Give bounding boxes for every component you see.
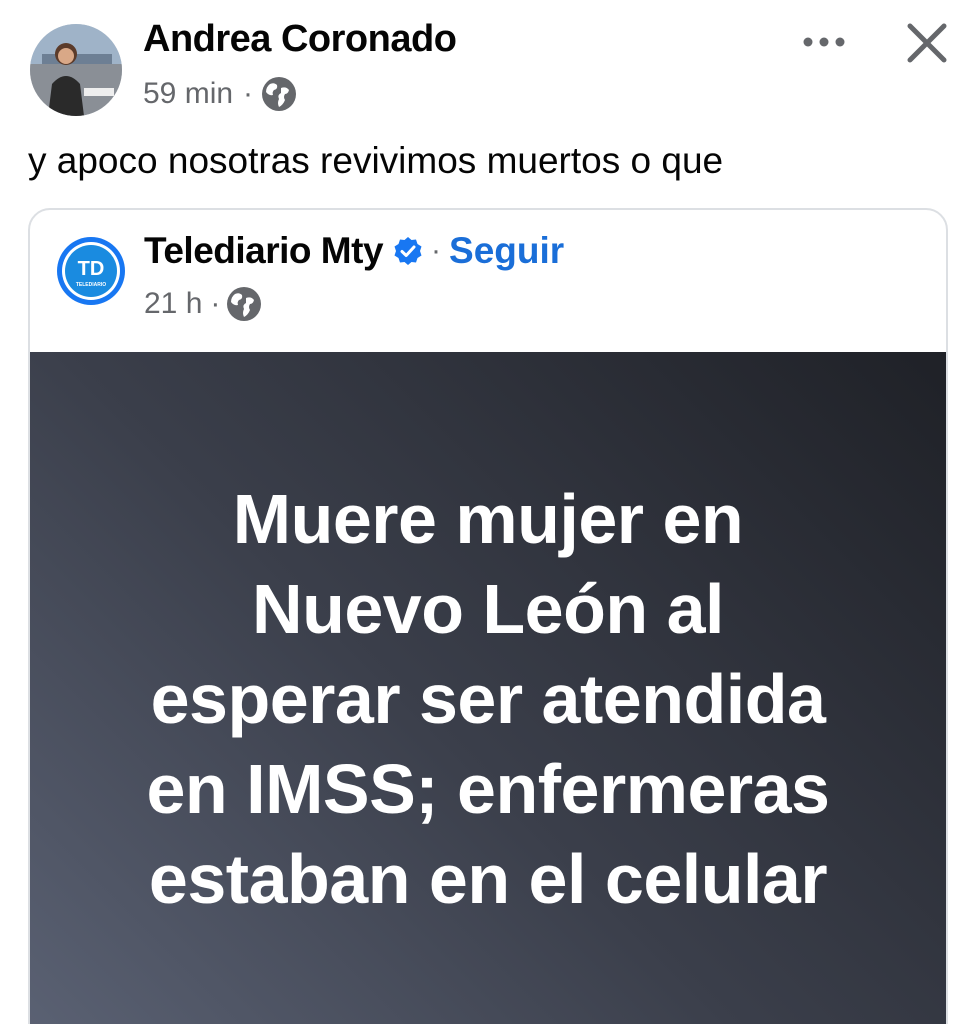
logo-subtext: TELEDIARIO [76,282,106,288]
headline-image[interactable]: Muere mujer en Nuevo León al esperar ser… [30,352,946,1024]
header-separator: · [431,234,442,267]
author-avatar[interactable] [30,24,122,116]
globe-icon [226,286,262,322]
headline-line: esperar ser atendida [150,660,826,738]
headline-text: Muere mujer en Nuevo León al esperar ser… [90,474,886,924]
author-name[interactable]: Andrea Coronado [143,18,457,61]
verified-badge-icon [393,236,423,266]
close-icon[interactable] [902,18,952,68]
shared-meta: 21 h · [144,286,262,322]
telediario-logo[interactable]: TD TELEDIARIO [56,236,126,306]
shared-time[interactable]: 21 h [144,287,202,321]
logo-mark: TD [78,258,105,280]
headline-line: Nuevo León al [252,570,724,648]
headline-line: estaban en el celular [148,840,828,918]
globe-icon [261,76,297,112]
shared-post-card[interactable]: TD TELEDIARIO Telediario Mty · Seguir 21… [28,208,948,1024]
post-time[interactable]: 59 min [143,77,233,111]
follow-button[interactable]: Seguir [449,230,564,272]
meta-separator: · [243,77,254,110]
shared-page-name[interactable]: Telediario Mty [144,230,384,272]
headline-line: en IMSS; enfermeras [146,750,830,828]
shared-header-row: Telediario Mty · Seguir [144,230,564,272]
headline-line: Muere mujer en [232,480,744,558]
post-meta: 59 min · [143,76,297,112]
post-text: y apoco nosotras revivimos muertos o que [28,140,724,181]
more-dots-icon[interactable] [796,24,852,60]
facebook-post-view: Andrea Coronado 59 min · y apoco nosotra… [0,0,975,1024]
shared-meta-separator: · [210,287,221,320]
